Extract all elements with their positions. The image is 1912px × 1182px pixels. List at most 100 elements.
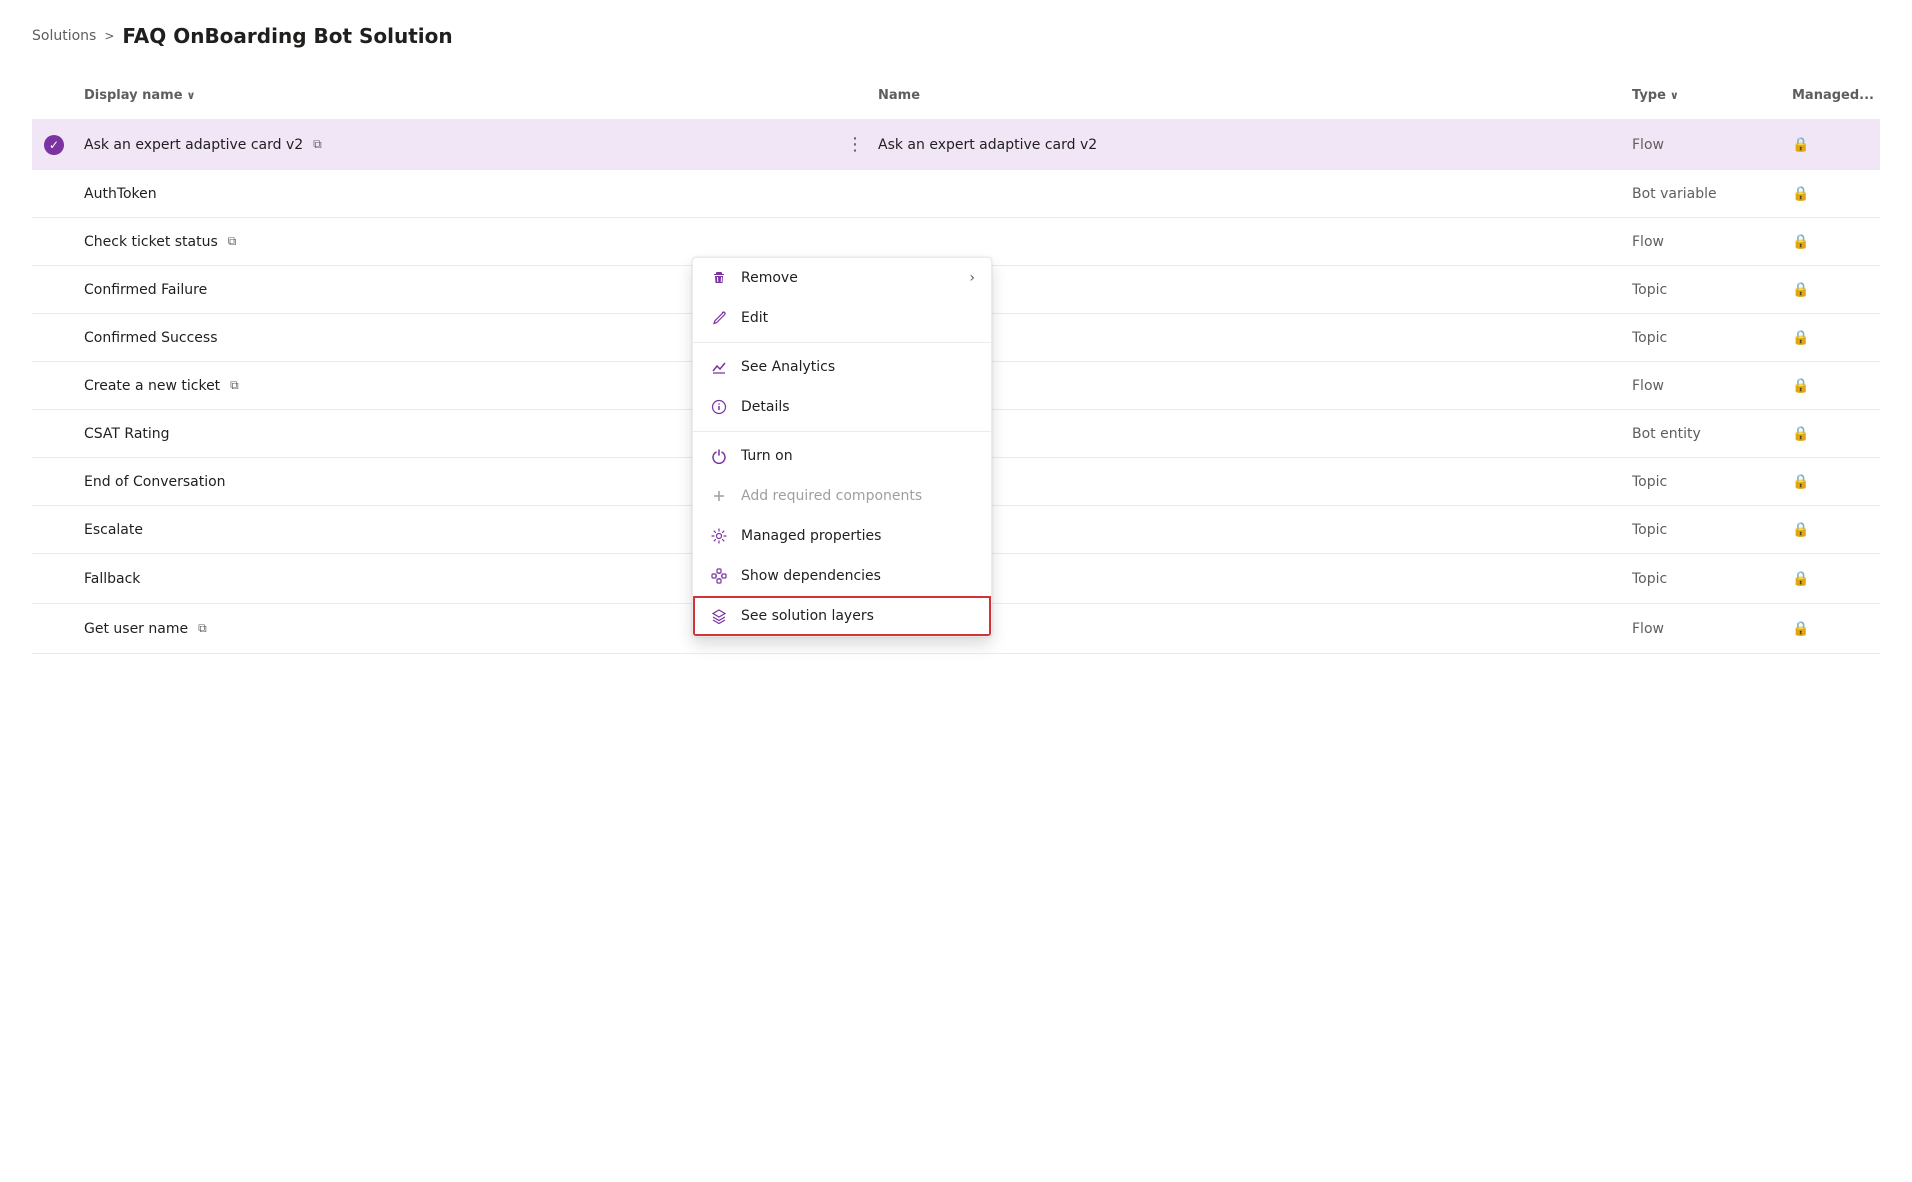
row8-display-name-text: End of Conversation	[84, 474, 226, 490]
menu-item-turn-on[interactable]: Turn on	[693, 436, 991, 476]
menu-item-show-dependencies-label: Show dependencies	[741, 568, 881, 584]
row5-type: Topic	[1620, 320, 1780, 356]
row2-lock-icon: 🔒	[1792, 186, 1809, 202]
row6-display-name-text: Create a new ticket	[84, 378, 220, 394]
row11-lock-icon: 🔒	[1792, 621, 1809, 637]
row3-type: Flow	[1620, 224, 1780, 260]
row11-type-text: Flow	[1632, 621, 1664, 637]
row3-managed: 🔒	[1780, 224, 1880, 260]
row9-type-text: Topic	[1632, 522, 1667, 538]
menu-divider-2	[693, 431, 991, 432]
breadcrumb: Solutions > FAQ OnBoarding Bot Solution	[32, 24, 1880, 48]
table-row[interactable]: ✓ Ask an expert adaptive card v2 ⧉ ⋮ Ask…	[32, 120, 1880, 170]
menu-item-turn-on-label: Turn on	[741, 448, 793, 464]
menu-item-see-solution-layers[interactable]: See solution layers	[693, 596, 991, 636]
table-header: Display name ∨ Name Type ∨ Managed...	[32, 72, 1880, 120]
row10-managed: 🔒	[1780, 561, 1880, 597]
row8-type-text: Topic	[1632, 474, 1667, 490]
menu-item-add-required: Add required components	[693, 476, 991, 516]
row10-display-name-text: Fallback	[84, 571, 140, 587]
menu-item-see-solution-layers-label: See solution layers	[741, 608, 874, 624]
row2-display-name[interactable]: AuthToken	[72, 176, 826, 212]
row6-checkbox[interactable]	[32, 376, 72, 396]
row4-checkbox[interactable]	[32, 280, 72, 300]
table-row[interactable]: AuthToken Bot variable 🔒	[32, 170, 1880, 218]
row10-type: Topic	[1620, 561, 1780, 597]
row9-lock-icon: 🔒	[1792, 522, 1809, 538]
header-display-name-label: Display name	[84, 88, 183, 103]
menu-item-show-dependencies[interactable]: Show dependencies	[693, 556, 991, 596]
row6-managed: 🔒	[1780, 368, 1880, 404]
header-display-name[interactable]: Display name ∨	[72, 80, 826, 111]
row5-managed: 🔒	[1780, 320, 1880, 356]
row3-external-link-icon[interactable]: ⧉	[228, 234, 237, 249]
breadcrumb-current: FAQ OnBoarding Bot Solution	[122, 24, 452, 48]
row5-type-text: Topic	[1632, 330, 1667, 346]
row5-checkbox[interactable]	[32, 328, 72, 348]
row9-managed: 🔒	[1780, 512, 1880, 548]
menu-item-see-analytics-label: See Analytics	[741, 359, 835, 375]
row9-display-name-text: Escalate	[84, 522, 143, 538]
context-menu: Remove › Edit	[692, 257, 992, 637]
row1-type: Flow	[1620, 127, 1780, 163]
row8-lock-icon: 🔒	[1792, 474, 1809, 490]
row9-type: Topic	[1620, 512, 1780, 548]
row3-display-name[interactable]: Check ticket status ⧉	[72, 224, 826, 260]
menu-item-remove[interactable]: Remove ›	[693, 258, 991, 298]
row2-type-text: Bot variable	[1632, 186, 1717, 202]
row2-managed: 🔒	[1780, 176, 1880, 212]
row7-lock-icon: 🔒	[1792, 426, 1809, 442]
row1-menu-cell[interactable]: ⋮	[826, 120, 866, 169]
row10-type-text: Topic	[1632, 571, 1667, 587]
menu-divider-1	[693, 342, 991, 343]
header-type[interactable]: Type ∨	[1620, 80, 1780, 111]
row11-display-name-text: Get user name	[84, 621, 188, 637]
row6-type: Flow	[1620, 368, 1780, 404]
header-display-name-sort-icon: ∨	[187, 89, 196, 102]
row1-checkbox[interactable]: ✓	[32, 125, 72, 165]
menu-item-remove-label: Remove	[741, 270, 798, 286]
row1-external-link-icon[interactable]: ⧉	[313, 137, 322, 152]
menu-item-edit[interactable]: Edit	[693, 298, 991, 338]
row4-lock-icon: 🔒	[1792, 282, 1809, 298]
row7-checkbox[interactable]	[32, 424, 72, 444]
breadcrumb-separator: >	[104, 29, 114, 43]
row4-type-text: Topic	[1632, 282, 1667, 298]
row3-checkbox[interactable]	[32, 232, 72, 252]
menu-item-see-analytics[interactable]: See Analytics	[693, 347, 991, 387]
row3-name	[866, 232, 1620, 252]
header-name-label: Name	[878, 88, 920, 103]
menu-item-details[interactable]: Details	[693, 387, 991, 427]
row11-checkbox[interactable]	[32, 619, 72, 639]
layers-icon	[709, 606, 729, 626]
row1-name-text: Ask an expert adaptive card v2	[878, 137, 1097, 153]
row1-lock-icon: 🔒	[1792, 137, 1809, 153]
row6-external-link-icon[interactable]: ⧉	[230, 378, 239, 393]
row8-checkbox[interactable]	[32, 472, 72, 492]
header-menu-col	[826, 80, 866, 111]
row9-checkbox[interactable]	[32, 520, 72, 540]
row5-display-name-text: Confirmed Success	[84, 330, 218, 346]
row8-managed: 🔒	[1780, 464, 1880, 500]
row1-display-name[interactable]: Ask an expert adaptive card v2 ⧉	[72, 127, 826, 163]
row1-managed: 🔒	[1780, 127, 1880, 163]
trash-icon	[709, 268, 729, 288]
row7-display-name-text: CSAT Rating	[84, 426, 170, 442]
row11-external-link-icon[interactable]: ⧉	[198, 621, 207, 636]
info-icon	[709, 397, 729, 417]
row11-type: Flow	[1620, 611, 1780, 647]
header-type-label: Type	[1632, 88, 1666, 103]
menu-item-add-required-label: Add required components	[741, 488, 922, 504]
row7-type-text: Bot entity	[1632, 426, 1701, 442]
context-menu-wrapper: Remove › Edit	[692, 257, 992, 637]
row1-display-name-text: Ask an expert adaptive card v2	[84, 137, 303, 153]
row10-checkbox[interactable]	[32, 569, 72, 589]
row2-checkbox[interactable]	[32, 184, 72, 204]
menu-item-managed-properties[interactable]: Managed properties	[693, 516, 991, 556]
remove-submenu-chevron: ›	[969, 270, 975, 286]
breadcrumb-solutions-link[interactable]: Solutions	[32, 28, 96, 44]
row4-type: Topic	[1620, 272, 1780, 308]
row11-managed: 🔒	[1780, 611, 1880, 647]
edit-icon	[709, 308, 729, 328]
header-checkbox	[32, 80, 72, 111]
